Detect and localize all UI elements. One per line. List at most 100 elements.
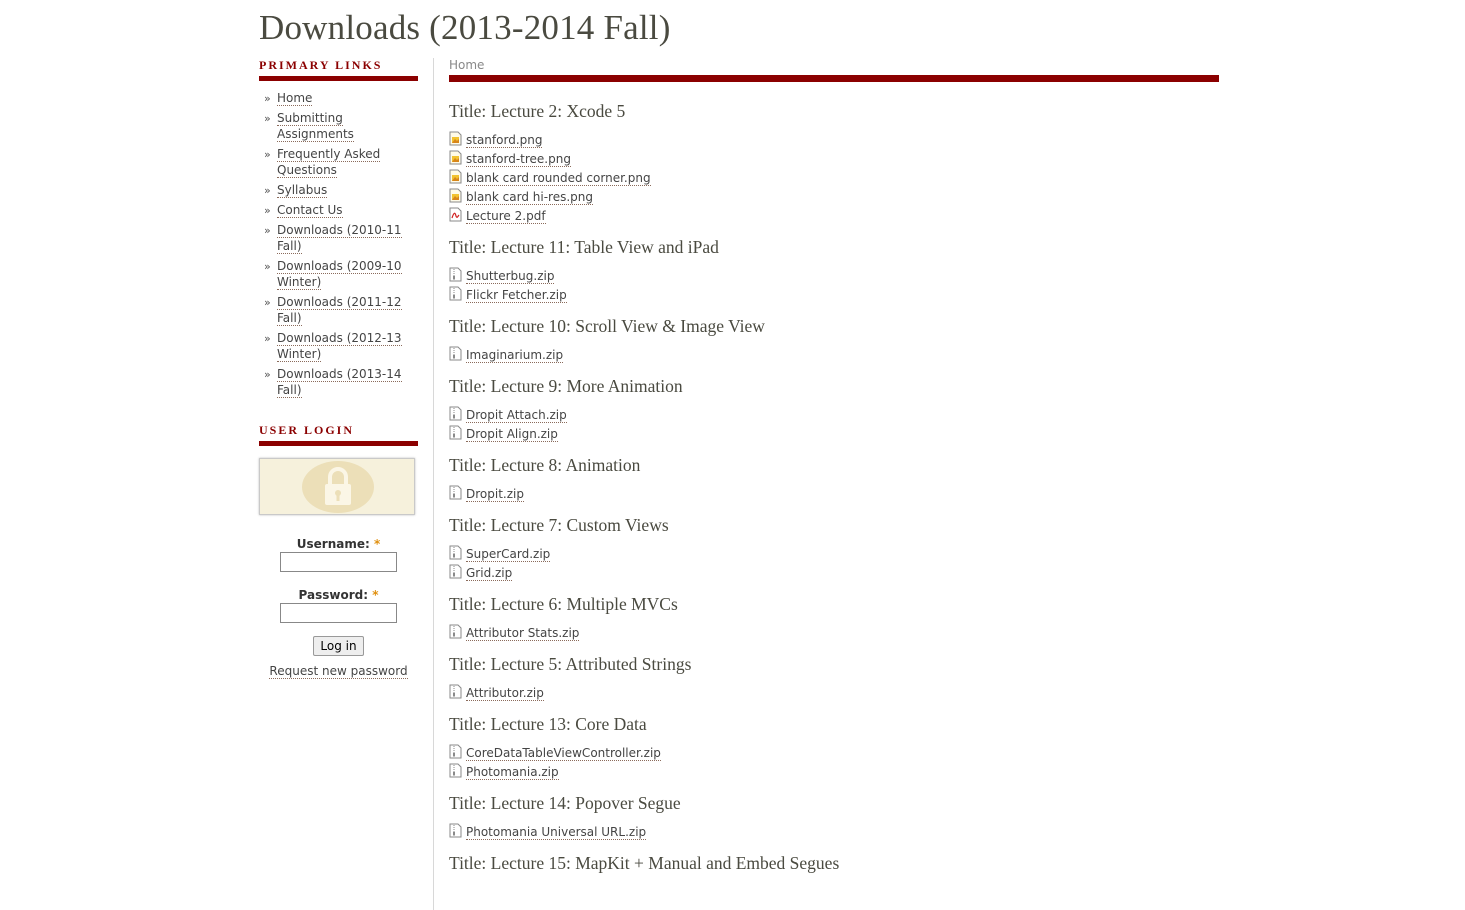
lecture-title: Title: Lecture 14: Popover Segue xyxy=(449,793,681,813)
sidebar-menu-item: » Frequently Asked Questions xyxy=(259,146,418,178)
page-title: Downloads (2013-2014 Fall) xyxy=(259,8,671,47)
lecture-section: Title: Lecture 15: MapKit + Manual and E… xyxy=(449,853,1219,874)
sidebar-menu-item: » Contact Us xyxy=(259,202,418,218)
zip-icon xyxy=(449,346,462,361)
zip-icon xyxy=(449,425,462,440)
file-attachment: SuperCard.zip xyxy=(449,545,1219,562)
file-attachment: Shutterbug.zip xyxy=(449,267,1219,284)
column-divider xyxy=(433,58,434,910)
login-banner xyxy=(259,458,415,515)
lecture-title: Title: Lecture 8: Animation xyxy=(449,455,641,475)
required-marker: * xyxy=(373,537,381,551)
bullet-icon: » xyxy=(264,204,271,217)
sidebar: PRIMARY LINKS » Home » Submitting Assignmen… xyxy=(259,58,418,679)
sidebar-menu-item: » Downloads (2012-13 Winter) xyxy=(259,330,418,362)
breadcrumb: Home xyxy=(449,58,1219,82)
main-content: Home Title: Lecture 2: Xcode 5 stanford.p… xyxy=(449,58,1219,888)
file-link[interactable]: stanford-tree.png xyxy=(466,152,571,167)
breadcrumb-home-link[interactable]: Home xyxy=(449,58,484,72)
bullet-icon: » xyxy=(264,92,271,105)
file-link[interactable]: Photomania.zip xyxy=(466,765,559,780)
sidebar-menu-item: » Submitting Assignments xyxy=(259,110,418,142)
file-attachment: Grid.zip xyxy=(449,564,1219,581)
bullet-icon: » xyxy=(264,332,271,345)
zip-icon xyxy=(449,823,462,838)
login-form: Username: * Password: * Log in Request n… xyxy=(259,537,418,679)
file-attachment: Imaginarium.zip xyxy=(449,346,1219,363)
login-button[interactable]: Log in xyxy=(313,636,364,656)
file-link[interactable]: blank card hi-res.png xyxy=(466,190,594,205)
lecture-title: Title: Lecture 10: Scroll View & Image V… xyxy=(449,316,765,336)
file-attachment: stanford-tree.png xyxy=(449,150,1219,167)
file-link[interactable]: stanford.png xyxy=(466,133,543,148)
zip-icon xyxy=(449,406,462,421)
lock-badge xyxy=(302,461,374,513)
file-link[interactable]: CoreDataTableViewController.zip xyxy=(466,746,661,761)
file-link[interactable]: Lecture 2.pdf xyxy=(466,209,546,224)
bullet-icon: » xyxy=(264,112,271,125)
sidebar-menu-item: » Downloads (2013-14 Fall) xyxy=(259,366,418,398)
lock-icon xyxy=(325,467,351,505)
file-attachment: Dropit.zip xyxy=(449,485,1219,502)
sidebar-link[interactable]: Downloads (2011-12 Fall) xyxy=(277,295,402,326)
lecture-section: Title: Lecture 14: Popover Segue Photoman… xyxy=(449,793,1219,840)
file-link[interactable]: Imaginarium.zip xyxy=(466,348,564,363)
password-field[interactable] xyxy=(280,603,397,623)
zip-icon xyxy=(449,545,462,560)
sidebar-link[interactable]: Submitting Assignments xyxy=(277,111,354,142)
file-link[interactable]: Attributor Stats.zip xyxy=(466,626,580,641)
primary-links-title: PRIMARY LINKS xyxy=(259,58,418,81)
lecture-title: Title: Lecture 5: Attributed Strings xyxy=(449,654,692,674)
sidebar-link[interactable]: Downloads (2010-11 Fall) xyxy=(277,223,402,254)
sidebar-link[interactable]: Contact Us xyxy=(277,203,343,218)
lecture-section: Title: Lecture 5: Attributed Strings Attr… xyxy=(449,654,1219,701)
sidebar-menu-item: » Home xyxy=(259,90,418,106)
request-password-link[interactable]: Request new password xyxy=(269,664,408,679)
sidebar-link[interactable]: Downloads (2009-10 Winter) xyxy=(277,259,402,290)
file-link[interactable]: Dropit Attach.zip xyxy=(466,408,567,423)
sidebar-link[interactable]: Syllabus xyxy=(277,183,328,198)
file-attachment: Flickr Fetcher.zip xyxy=(449,286,1219,303)
bullet-icon: » xyxy=(264,260,271,273)
image-icon xyxy=(449,169,462,184)
zip-icon xyxy=(449,763,462,778)
file-link[interactable]: Photomania Universal URL.zip xyxy=(466,825,647,840)
bullet-icon: » xyxy=(264,368,271,381)
file-link[interactable]: Dropit Align.zip xyxy=(466,427,558,442)
zip-icon xyxy=(449,267,462,282)
lecture-section: Title: Lecture 6: Multiple MVCs Attributo… xyxy=(449,594,1219,641)
lecture-section: Title: Lecture 2: Xcode 5 stanford.png sta… xyxy=(449,101,1219,224)
bullet-icon: » xyxy=(264,296,271,309)
lecture-section: Title: Lecture 10: Scroll View & Image V… xyxy=(449,316,1219,363)
image-icon xyxy=(449,131,462,146)
file-attachment: Photomania.zip xyxy=(449,763,1219,780)
file-link[interactable]: SuperCard.zip xyxy=(466,547,551,562)
lecture-section: Title: Lecture 7: Custom Views SuperCard.… xyxy=(449,515,1219,581)
zip-icon xyxy=(449,286,462,301)
file-link[interactable]: Grid.zip xyxy=(466,566,513,581)
lecture-list: Title: Lecture 2: Xcode 5 stanford.png sta… xyxy=(449,101,1219,874)
sidebar-link[interactable]: Frequently Asked Questions xyxy=(277,147,381,178)
user-login-title: USER LOGIN xyxy=(259,423,418,446)
file-link[interactable]: Flickr Fetcher.zip xyxy=(466,288,567,303)
lecture-title: Title: Lecture 6: Multiple MVCs xyxy=(449,594,678,614)
required-marker: * xyxy=(372,588,379,602)
sidebar-menu-item: » Syllabus xyxy=(259,182,418,198)
lecture-section: Title: Lecture 8: Animation Dropit.zip xyxy=(449,455,1219,502)
file-link[interactable]: blank card rounded corner.png xyxy=(466,171,651,186)
username-field[interactable] xyxy=(280,552,397,572)
lecture-section: Title: Lecture 11: Table View and iPad Sh… xyxy=(449,237,1219,303)
sidebar-link[interactable]: Downloads (2012-13 Winter) xyxy=(277,331,402,362)
pdf-icon xyxy=(449,207,462,222)
zip-icon xyxy=(449,744,462,759)
file-attachment: Attributor.zip xyxy=(449,684,1219,701)
lecture-title: Title: Lecture 2: Xcode 5 xyxy=(449,101,626,121)
sidebar-link[interactable]: Home xyxy=(277,91,313,106)
file-link[interactable]: Dropit.zip xyxy=(466,487,524,502)
file-attachment: Photomania Universal URL.zip xyxy=(449,823,1219,840)
file-attachment: CoreDataTableViewController.zip xyxy=(449,744,1219,761)
sidebar-link[interactable]: Downloads (2013-14 Fall) xyxy=(277,367,402,398)
file-link[interactable]: Attributor.zip xyxy=(466,686,544,701)
file-link[interactable]: Shutterbug.zip xyxy=(466,269,555,284)
file-attachment: blank card rounded corner.png xyxy=(449,169,1219,186)
